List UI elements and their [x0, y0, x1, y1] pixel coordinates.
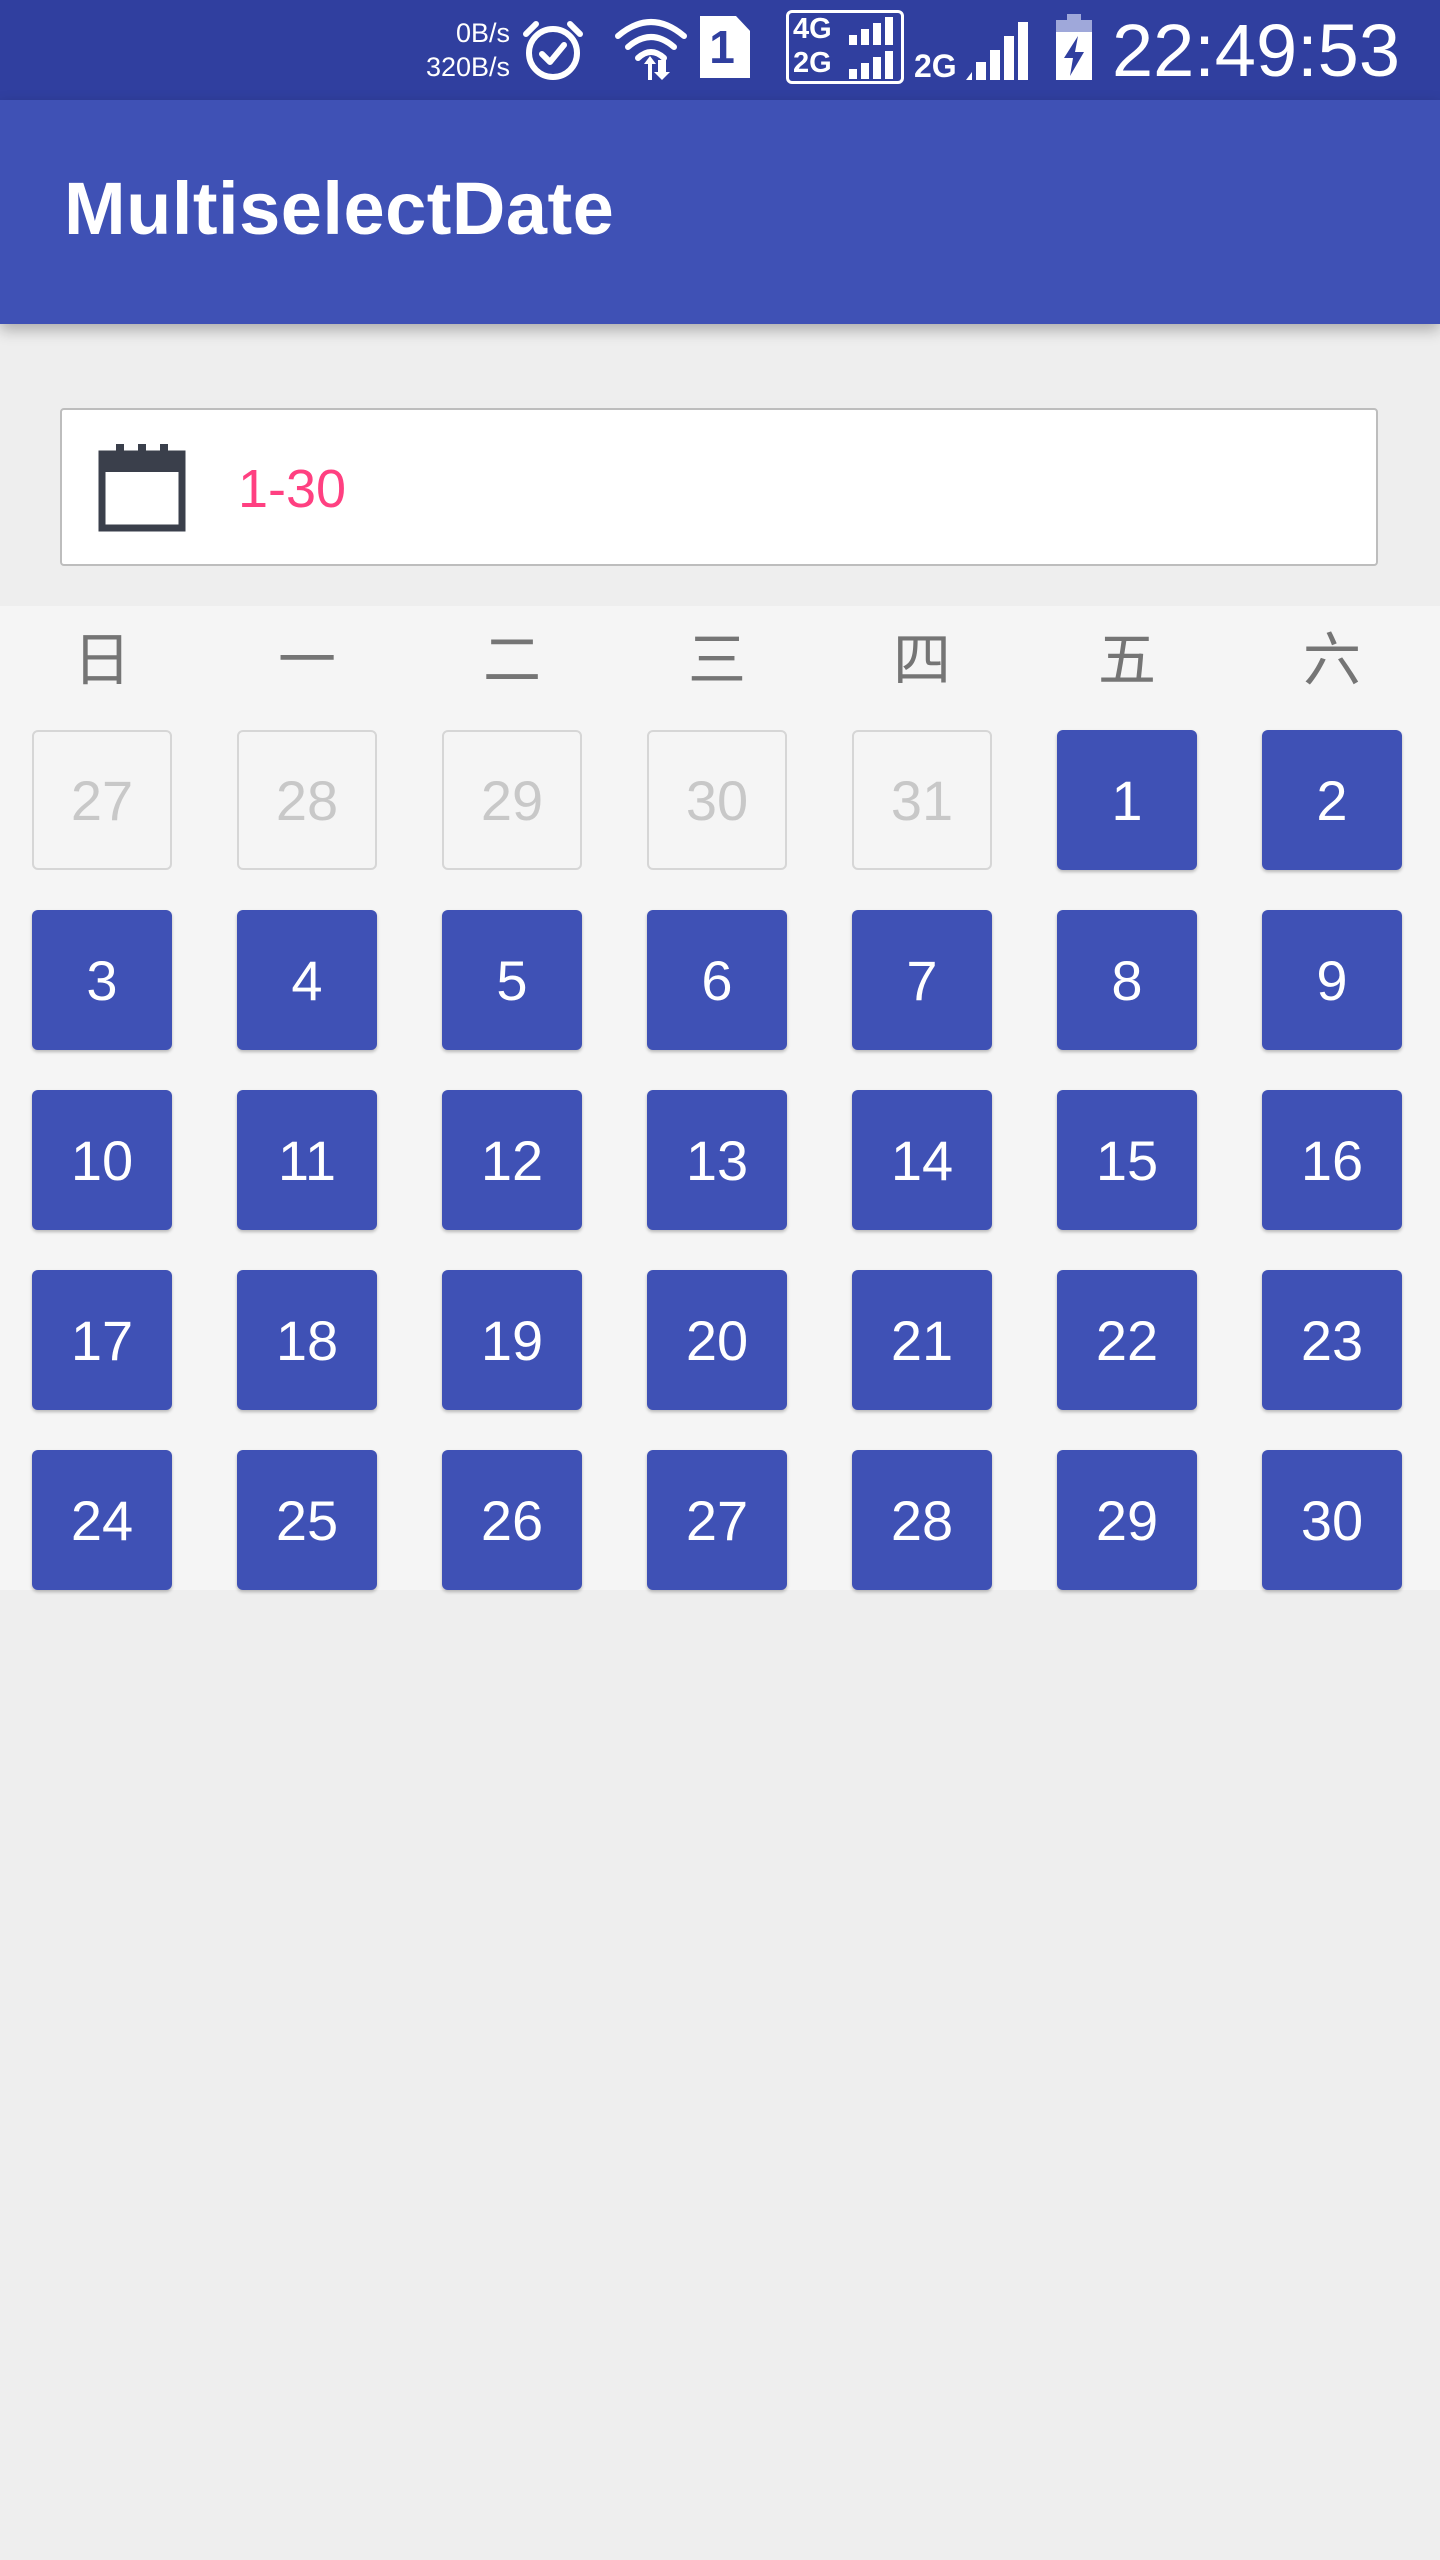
day-cell[interactable]: 17 — [32, 1270, 172, 1410]
signal-icon — [966, 22, 1028, 80]
day-cell[interactable]: 9 — [1262, 910, 1402, 1050]
day-cell[interactable]: 28 — [852, 1450, 992, 1590]
battery-charging-icon — [1056, 14, 1092, 80]
weekday-header: 六 — [1302, 626, 1361, 694]
clock: 22:49:53 — [1111, 9, 1400, 92]
day-cell[interactable]: 2 — [1262, 730, 1402, 870]
day-cell[interactable]: 15 — [1057, 1090, 1197, 1230]
network-2g-label: 2G — [793, 47, 832, 79]
day-cell[interactable]: 16 — [1262, 1090, 1402, 1230]
download-speed: 0B/s — [455, 18, 510, 48]
app-bar: MultiselectDate — [0, 100, 1440, 324]
day-cell-other-month[interactable]: 31 — [852, 730, 992, 870]
day-cell[interactable]: 18 — [237, 1270, 377, 1410]
day-cell-other-month[interactable]: 30 — [647, 730, 787, 870]
day-cell[interactable]: 6 — [647, 910, 787, 1050]
day-cell[interactable]: 22 — [1057, 1270, 1197, 1410]
day-cell[interactable]: 10 — [32, 1090, 172, 1230]
day-cell[interactable]: 23 — [1262, 1270, 1402, 1410]
status-bar: 0B/s 320B/s 1 4G 2G 2G 22:49:53 — [0, 0, 1440, 100]
weekday-header: 一 — [277, 626, 336, 694]
day-cell-other-month[interactable]: 28 — [237, 730, 377, 870]
network-2g-label-secondary: 2G — [914, 48, 957, 84]
day-cell[interactable]: 30 — [1262, 1450, 1402, 1590]
date-range-field[interactable]: 1-30 — [60, 408, 1378, 566]
network-4g-label: 4G — [793, 13, 832, 45]
day-cell-other-month[interactable]: 29 — [442, 730, 582, 870]
day-cell[interactable]: 4 — [237, 910, 377, 1050]
weekday-header: 日 — [72, 626, 131, 694]
day-cell[interactable]: 1 — [1057, 730, 1197, 870]
day-cell[interactable]: 24 — [32, 1450, 172, 1590]
sim-slot-number: 1 — [709, 21, 735, 73]
day-cell[interactable]: 8 — [1057, 910, 1197, 1050]
calendar-grid: 日一二三四五六 27 28 29 30 31 1 2 3 4 5 6 7 8 9 10 11 12 13 14 15 16… — [0, 606, 1440, 1590]
day-cell[interactable]: 11 — [237, 1090, 377, 1230]
dual-network-box: 4G 2G — [786, 10, 904, 84]
calendar-icon — [98, 444, 186, 532]
day-cell[interactable]: 7 — [852, 910, 992, 1050]
day-cell[interactable]: 29 — [1057, 1450, 1197, 1590]
selected-range-text: 1-30 — [238, 459, 347, 519]
day-cell[interactable]: 25 — [237, 1450, 377, 1590]
weekday-header: 五 — [1097, 626, 1156, 694]
upload-speed: 320B/s — [425, 52, 510, 82]
day-cell[interactable]: 19 — [442, 1270, 582, 1410]
weekday-header: 三 — [687, 626, 746, 694]
day-cell[interactable]: 20 — [647, 1270, 787, 1410]
network-speed: 0B/s 320B/s — [400, 16, 510, 84]
day-cell[interactable]: 12 — [442, 1090, 582, 1230]
signal-icon — [849, 17, 893, 79]
sim-icon: 1 — [700, 16, 750, 78]
day-cell-other-month[interactable]: 27 — [32, 730, 172, 870]
day-cell[interactable]: 26 — [442, 1450, 582, 1590]
weekday-header: 四 — [892, 626, 951, 694]
weekday-header: 二 — [482, 626, 541, 694]
day-cell[interactable]: 13 — [647, 1090, 787, 1230]
alarm-icon — [523, 21, 583, 80]
day-cell[interactable]: 3 — [32, 910, 172, 1050]
day-cell[interactable]: 14 — [852, 1090, 992, 1230]
day-cell[interactable]: 27 — [647, 1450, 787, 1590]
day-cell[interactable]: 5 — [442, 910, 582, 1050]
day-cell[interactable]: 21 — [852, 1270, 992, 1410]
app-title: MultiselectDate — [64, 167, 615, 250]
wifi-icon — [615, 19, 687, 80]
